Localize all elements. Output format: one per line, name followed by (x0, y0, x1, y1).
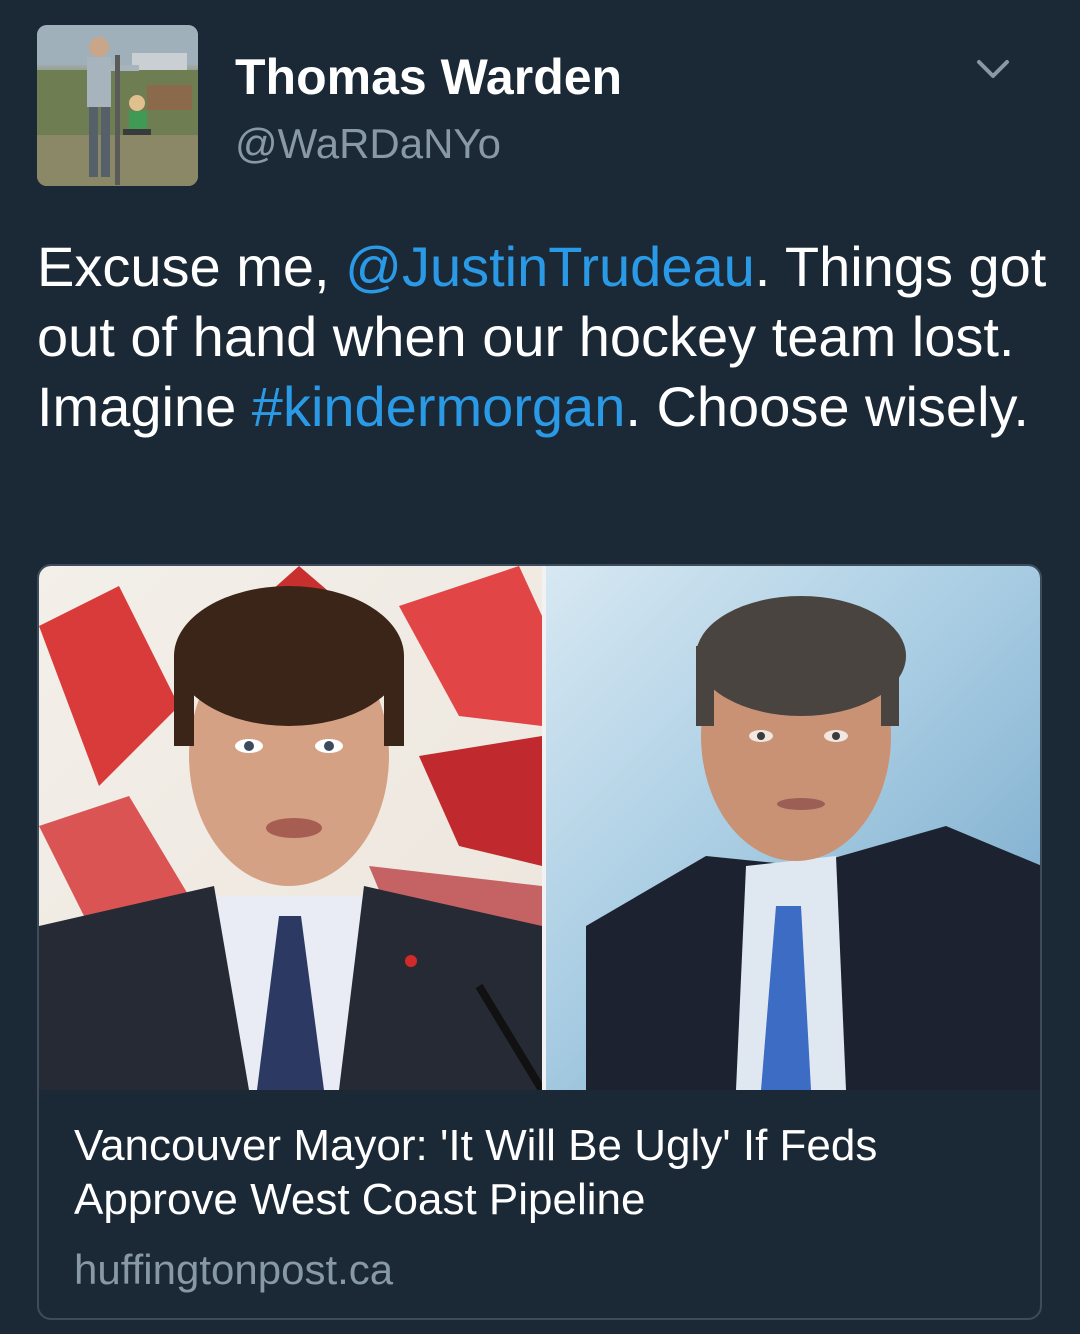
author-name[interactable]: Thomas Warden (235, 48, 622, 106)
card-image[interactable] (39, 566, 1040, 1090)
card-headline[interactable]: Vancouver Mayor: 'It Will Be Ugly' If Fe… (74, 1119, 1014, 1227)
tweet[interactable]: Thomas Warden @WaRDaNYo Excuse me, @Just… (0, 0, 1080, 1334)
card-photo-right (546, 566, 1040, 1090)
tweet-text-segment: Excuse me, (37, 235, 346, 298)
tweet-text-segment: . Choose wisely. (625, 375, 1029, 438)
tweet-text: Excuse me, @JustinTrudeau. Things got ou… (37, 232, 1047, 442)
hashtag-link[interactable]: #kindermorgan (252, 375, 626, 438)
avatar[interactable] (37, 25, 198, 186)
link-card[interactable]: Vancouver Mayor: 'It Will Be Ugly' If Fe… (37, 564, 1042, 1320)
card-photo-left (39, 566, 542, 1090)
card-domain: huffingtonpost.ca (74, 1246, 394, 1293)
author-handle[interactable]: @WaRDaNYo (235, 120, 501, 168)
mention-link[interactable]: @JustinTrudeau (345, 235, 755, 298)
chevron-down-icon[interactable] (973, 52, 1013, 88)
